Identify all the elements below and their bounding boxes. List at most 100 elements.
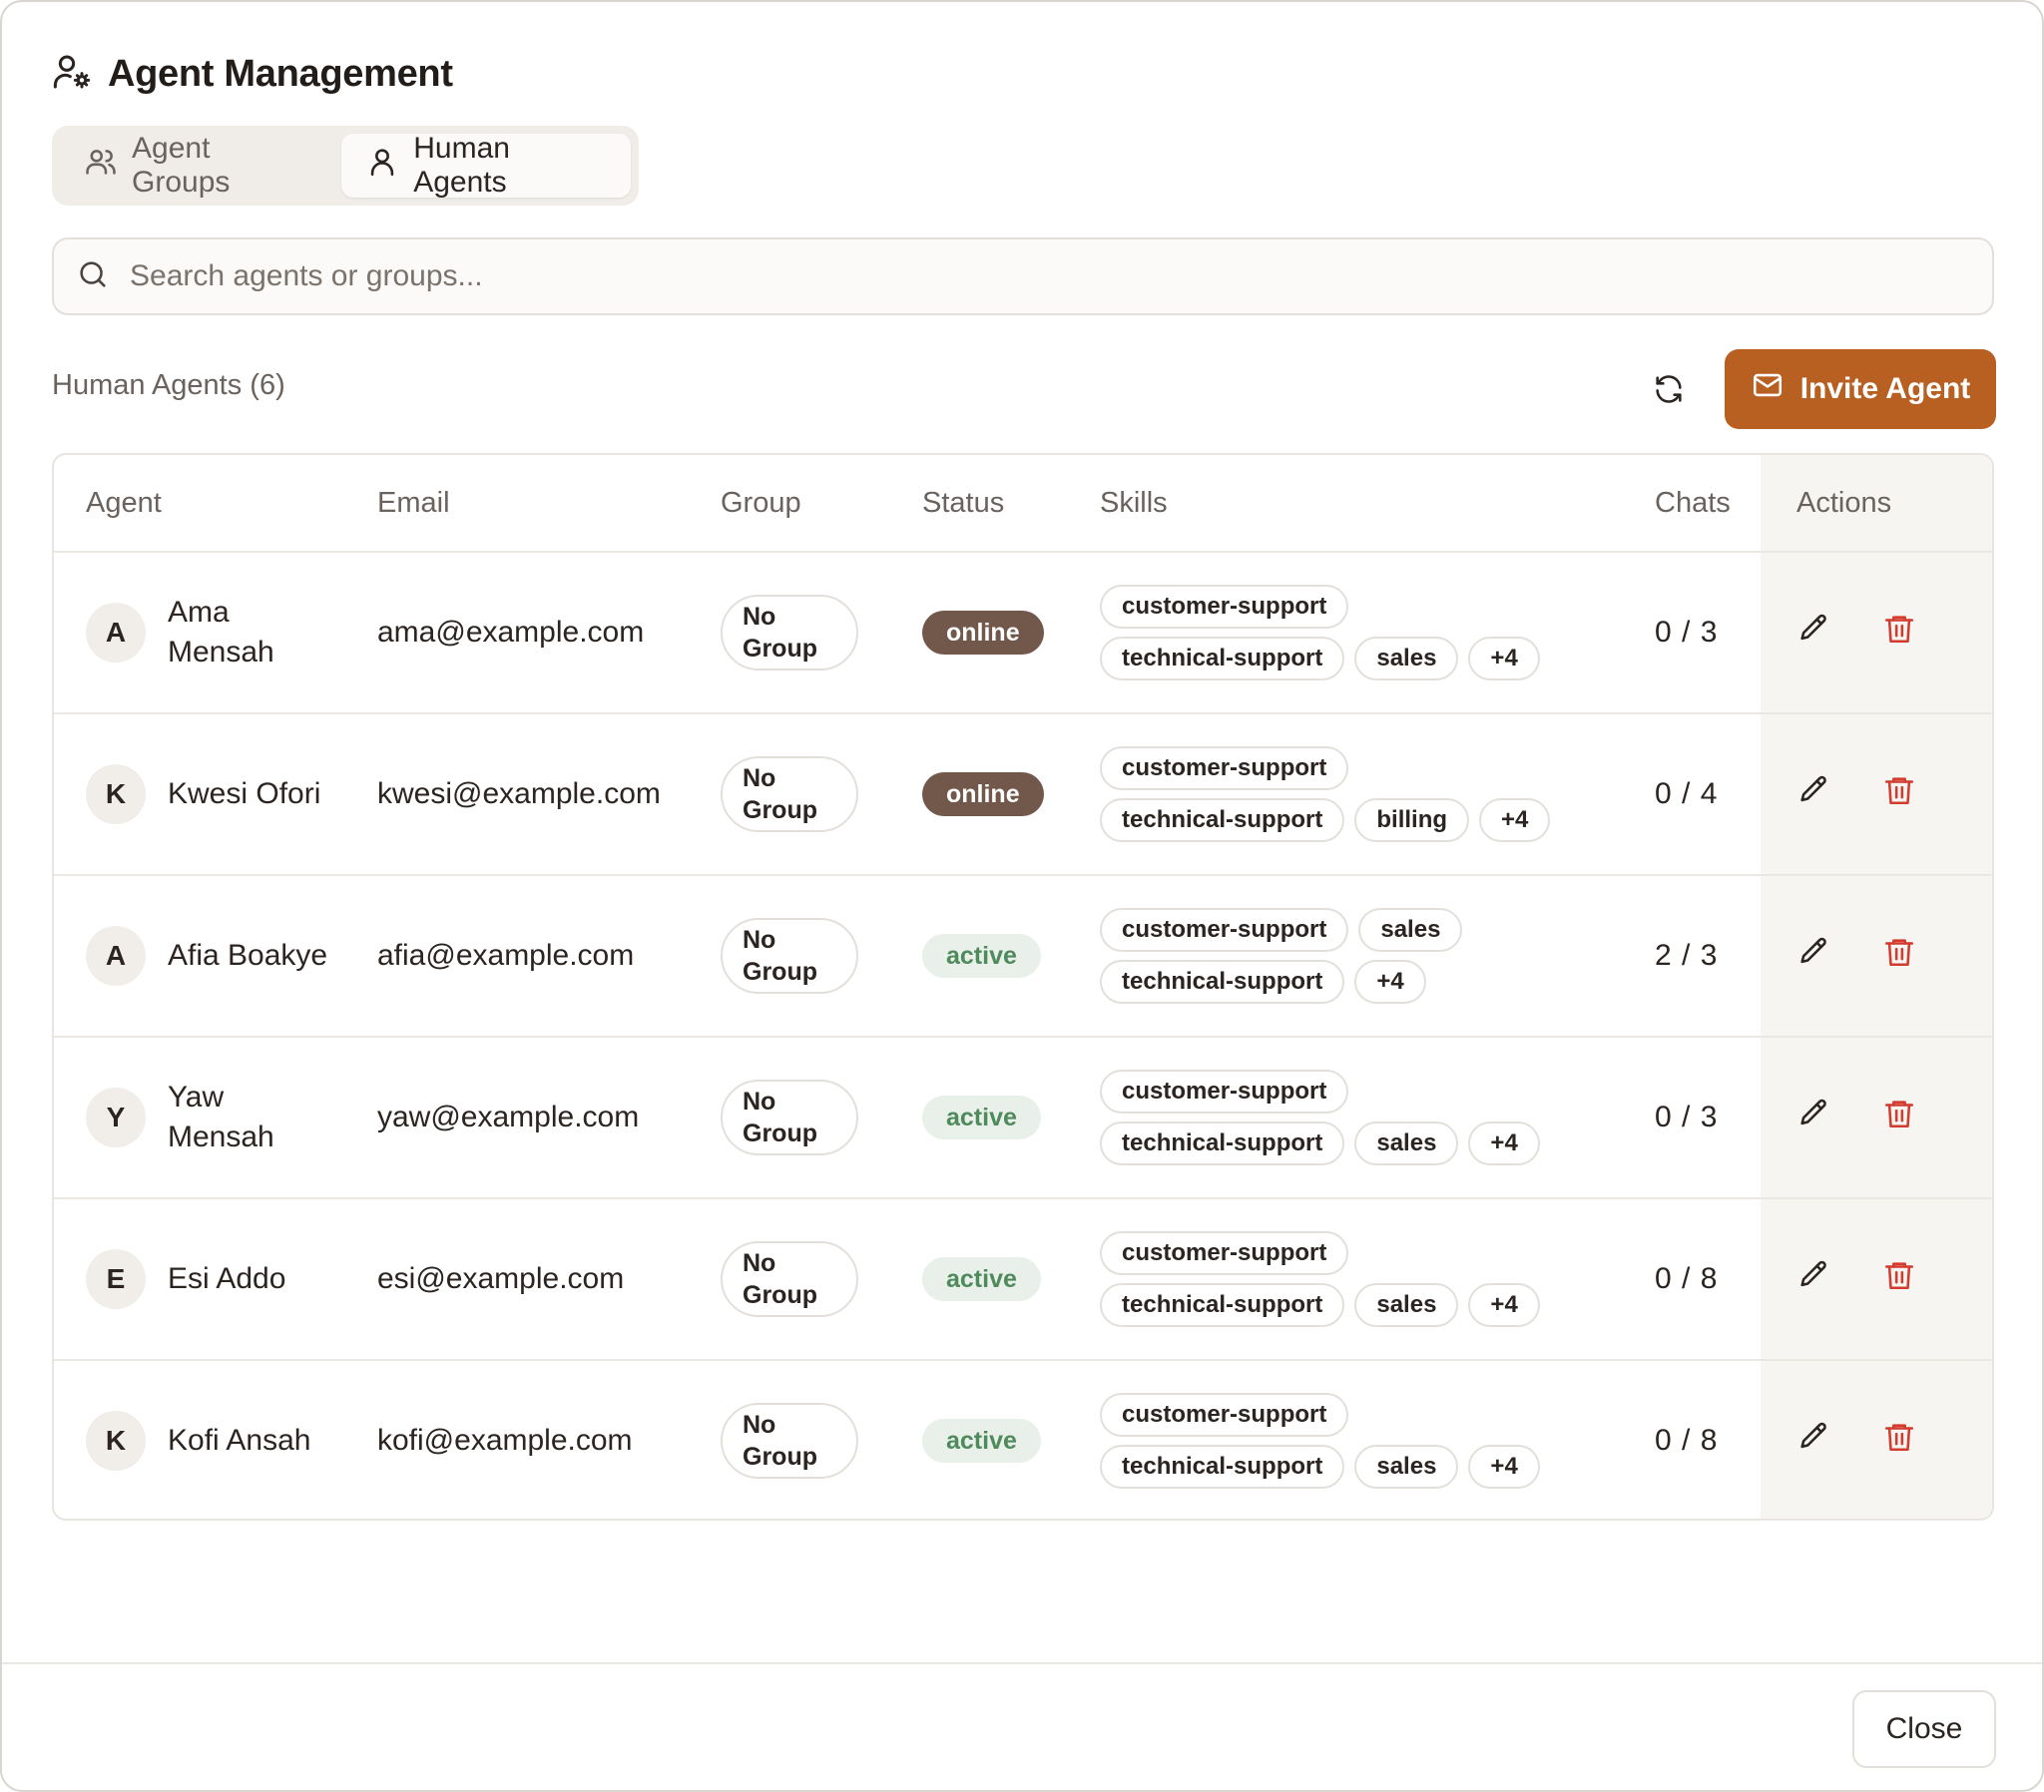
invite-agent-label: Invite Agent — [1799, 372, 1971, 405]
avatar: K — [86, 764, 146, 824]
delete-trash-icon[interactable] — [1882, 935, 1916, 977]
chats-count: 0 / 8 — [1655, 1424, 1719, 1457]
edit-pencil-icon[interactable] — [1796, 935, 1830, 977]
edit-pencil-icon[interactable] — [1796, 773, 1830, 815]
edit-pencil-icon[interactable] — [1796, 612, 1830, 654]
skills-line: technical-support billing +4 — [1100, 798, 1551, 842]
refresh-button[interactable] — [1643, 365, 1695, 417]
invite-agent-button[interactable]: Invite Agent — [1725, 349, 1996, 429]
skills-line: customer-support — [1100, 746, 1550, 790]
close-button[interactable]: Close — [1852, 1690, 1996, 1768]
status-badge: active — [922, 1096, 1041, 1139]
user-gear-icon — [52, 52, 92, 97]
skill-tag: customer-support — [1100, 746, 1349, 790]
table-row: K Kofi Ansah kofi@example.com No Group a… — [54, 1361, 1992, 1519]
agent-email: yaw@example.com — [377, 1101, 640, 1133]
skills-list: customer-support technical-support sales +… — [1100, 1231, 1540, 1327]
table-row: A Ama Mensah ama@example.com No Group on… — [54, 553, 1992, 714]
agent-tabs: Agent Groups Human Agents — [52, 126, 639, 206]
agent-name: Ama Mensah — [168, 596, 274, 669]
skills-line: customer-support — [1100, 585, 1540, 629]
tab-human-agents[interactable]: Human Agents — [341, 132, 631, 199]
skills-list: customer-support technical-support sales +… — [1100, 585, 1540, 680]
dialog-title: Agent Management — [108, 52, 453, 95]
skills-line: technical-support sales +4 — [1100, 637, 1540, 680]
edit-pencil-icon[interactable] — [1796, 1258, 1830, 1300]
skill-tag: customer-support — [1100, 908, 1349, 952]
skill-tag: customer-support — [1100, 585, 1349, 629]
avatar: Y — [86, 1088, 146, 1147]
agent-cell: Y Yaw Mensah — [86, 1078, 337, 1157]
agent-email: afia@example.com — [377, 939, 635, 972]
skill-tag: sales — [1358, 908, 1463, 952]
row-actions — [1796, 612, 1916, 654]
agent-cell: K Kwesi Ofori — [86, 764, 337, 824]
agent-cell: K Kofi Ansah — [86, 1411, 337, 1471]
header-chats: Chats — [1655, 486, 1731, 519]
status-badge: online — [922, 772, 1044, 816]
skill-tag: +4 — [1468, 637, 1540, 680]
agents-table: Agent Email Group Status Skills Chats Ac… — [52, 453, 1994, 1521]
header-group: Group — [721, 486, 801, 519]
skills-line: customer-support — [1100, 1070, 1540, 1114]
delete-trash-icon[interactable] — [1882, 1420, 1916, 1462]
skill-tag: customer-support — [1100, 1070, 1349, 1114]
header-actions: Actions — [1796, 486, 1892, 519]
table-row: A Afia Boakye afia@example.com No Group … — [54, 876, 1992, 1038]
header-skills: Skills — [1100, 486, 1168, 519]
group-badge: No Group — [721, 756, 858, 832]
chats-count: 0 / 3 — [1655, 1101, 1719, 1133]
row-actions — [1796, 1097, 1916, 1138]
search-input[interactable] — [128, 258, 1928, 294]
edit-pencil-icon[interactable] — [1796, 1420, 1830, 1462]
agents-count-label: Human Agents (6) — [52, 369, 285, 401]
delete-trash-icon[interactable] — [1882, 1258, 1916, 1300]
avatar: K — [86, 1411, 146, 1471]
skills-list: customer-support technical-support billin… — [1100, 746, 1551, 842]
skill-tag: +4 — [1354, 960, 1426, 1004]
tab-agent-groups[interactable]: Agent Groups — [60, 132, 337, 199]
skill-tag: technical-support — [1100, 1445, 1345, 1489]
row-actions — [1796, 1258, 1916, 1300]
skill-tag: technical-support — [1100, 1121, 1345, 1165]
delete-trash-icon[interactable] — [1882, 773, 1916, 815]
header-status: Status — [922, 486, 1005, 519]
skills-line: technical-support sales +4 — [1100, 1445, 1540, 1489]
delete-trash-icon[interactable] — [1882, 1097, 1916, 1138]
status-badge: active — [922, 1419, 1041, 1463]
chats-count: 0 / 4 — [1655, 777, 1719, 810]
table-row: K Kwesi Ofori kwesi@example.com No Group… — [54, 714, 1992, 876]
skill-tag: technical-support — [1100, 1283, 1345, 1327]
chats-count: 0 / 3 — [1655, 616, 1719, 649]
agent-email: kwesi@example.com — [377, 777, 661, 810]
agent-name: Esi Addo — [168, 1262, 286, 1295]
group-badge: No Group — [721, 1080, 858, 1155]
skill-tag: +4 — [1468, 1121, 1540, 1165]
skill-tag: technical-support — [1100, 798, 1345, 842]
delete-trash-icon[interactable] — [1882, 612, 1916, 654]
skills-list: customer-support technical-support sales +… — [1100, 1070, 1540, 1165]
agent-email: kofi@example.com — [377, 1424, 633, 1457]
skill-tag: sales — [1354, 1121, 1459, 1165]
table-row: E Esi Addo esi@example.com No Group acti… — [54, 1199, 1992, 1361]
skill-tag: customer-support — [1100, 1231, 1349, 1275]
row-actions — [1796, 935, 1916, 977]
edit-pencil-icon[interactable] — [1796, 1097, 1830, 1138]
skill-tag: technical-support — [1100, 960, 1345, 1004]
skills-list: customer-support technical-support sales +… — [1100, 1393, 1540, 1489]
dialog-header: Agent Management — [52, 50, 453, 98]
skills-line: technical-support +4 — [1100, 960, 1462, 1004]
row-actions — [1796, 773, 1916, 815]
agent-name: Yaw Mensah — [168, 1081, 274, 1153]
group-badge: No Group — [721, 595, 858, 671]
refresh-icon — [1652, 372, 1686, 411]
skills-line: technical-support sales +4 — [1100, 1283, 1540, 1327]
skill-tag: sales — [1354, 1283, 1459, 1327]
agent-name: Kwesi Ofori — [168, 777, 321, 810]
skills-list: customer-support sales technical-support +… — [1100, 908, 1463, 1004]
table-header: Agent Email Group Status Skills Chats Ac… — [54, 455, 1992, 553]
row-actions — [1796, 1420, 1916, 1462]
skills-line: technical-support sales +4 — [1100, 1121, 1540, 1165]
agent-email: ama@example.com — [377, 616, 645, 649]
user-icon — [365, 145, 399, 187]
